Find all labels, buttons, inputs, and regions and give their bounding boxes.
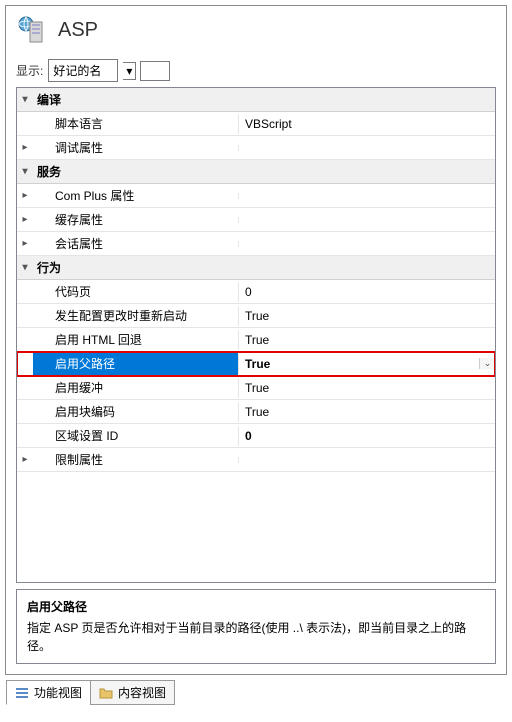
property-row[interactable]: 启用 HTML 回退 True [17, 328, 495, 352]
asp-icon [16, 14, 48, 46]
property-value [238, 457, 495, 463]
chevron-down-icon[interactable]: ▾ [17, 166, 33, 177]
chevron-down-icon[interactable]: ▾ [17, 94, 33, 105]
view-tabs: 功能视图 内容视图 [6, 680, 506, 705]
property-label: 会话属性 [33, 232, 238, 255]
group-header-compile[interactable]: ▾ 编译 [17, 88, 495, 112]
property-value[interactable]: True [238, 306, 495, 326]
group-header-service[interactable]: ▾ 服务 [17, 160, 495, 184]
property-value [238, 217, 495, 223]
property-value[interactable]: 0 [238, 426, 495, 446]
property-grid: ▾ 编译 脚本语言 VBScript ▸ 调试属性 ▾ 服务 ▸ Com Plu… [16, 87, 496, 583]
property-label: 脚本语言 [33, 112, 238, 135]
list-icon [15, 686, 29, 700]
property-value [238, 193, 495, 199]
property-row[interactable]: ▸ 调试属性 [17, 136, 495, 160]
filter-label: 显示: [16, 62, 43, 79]
property-value[interactable]: True [238, 402, 495, 422]
property-row[interactable]: ▸ 缓存属性 [17, 208, 495, 232]
chevron-right-icon[interactable]: ▸ [17, 190, 33, 201]
property-value[interactable]: 0 [238, 282, 495, 302]
group-label: 编译 [33, 88, 238, 111]
group-header-behavior[interactable]: ▾ 行为 [17, 256, 495, 280]
tab-label: 功能视图 [34, 684, 82, 701]
property-row[interactable]: 启用缓冲 True [17, 376, 495, 400]
property-row[interactable]: ▸ 限制属性 [17, 448, 495, 472]
property-row-enable-parent-paths[interactable]: 启用父路径 True ⌄ [17, 352, 495, 376]
filter-select[interactable]: 好记的名 [48, 59, 118, 82]
property-row[interactable]: 区域设置 ID 0 [17, 424, 495, 448]
filter-bar: 显示: 好记的名 ▾ [6, 54, 506, 87]
description-panel: 启用父路径 指定 ASP 页是否允许相对于当前目录的路径(使用 ..\ 表示法)… [16, 589, 496, 664]
property-row[interactable]: 代码页 0 [17, 280, 495, 304]
property-row[interactable]: ▸ 会话属性 [17, 232, 495, 256]
property-label: 启用块编码 [33, 400, 238, 423]
property-row[interactable]: ▸ Com Plus 属性 [17, 184, 495, 208]
property-row[interactable]: 启用块编码 True [17, 400, 495, 424]
folder-icon [99, 686, 113, 700]
property-label: 启用 HTML 回退 [33, 328, 238, 351]
property-label: 发生配置更改时重新启动 [33, 304, 238, 327]
property-value[interactable]: True [238, 330, 495, 350]
chevron-down-icon[interactable]: ⌄ [479, 358, 495, 369]
tab-label: 内容视图 [118, 684, 166, 701]
property-value [238, 241, 495, 247]
group-label: 行为 [33, 256, 238, 279]
chevron-right-icon[interactable]: ▸ [17, 214, 33, 225]
property-value[interactable]: True [238, 378, 495, 398]
chevron-right-icon[interactable]: ▸ [17, 238, 33, 249]
property-value [238, 145, 495, 151]
description-title: 启用父路径 [27, 598, 485, 615]
property-label: 缓存属性 [33, 208, 238, 231]
page-title: ASP [58, 19, 98, 42]
page-header: ASP [6, 6, 506, 54]
property-label: 限制属性 [33, 448, 238, 471]
chevron-right-icon[interactable]: ▸ [17, 142, 33, 153]
property-row[interactable]: 发生配置更改时重新启动 True [17, 304, 495, 328]
property-label: Com Plus 属性 [33, 184, 238, 207]
filter-extra-box[interactable] [140, 61, 170, 81]
property-row[interactable]: 脚本语言 VBScript [17, 112, 495, 136]
property-label: 区域设置 ID [33, 424, 238, 447]
property-label: 代码页 [33, 280, 238, 303]
property-value[interactable]: VBScript [238, 114, 495, 134]
tab-feature-view[interactable]: 功能视图 [6, 680, 91, 705]
tab-content-view[interactable]: 内容视图 [90, 680, 175, 705]
property-label: 启用缓冲 [33, 376, 238, 399]
group-label: 服务 [33, 160, 238, 183]
chevron-right-icon[interactable]: ▸ [17, 454, 33, 465]
filter-dropdown-button[interactable]: ▾ [123, 62, 136, 80]
property-value[interactable]: True [238, 354, 479, 374]
description-text: 指定 ASP 页是否允许相对于当前目录的路径(使用 ..\ 表示法)，即当前目录… [27, 619, 485, 655]
property-label: 启用父路径 [33, 352, 238, 375]
property-label: 调试属性 [33, 136, 238, 159]
chevron-down-icon[interactable]: ▾ [17, 262, 33, 273]
